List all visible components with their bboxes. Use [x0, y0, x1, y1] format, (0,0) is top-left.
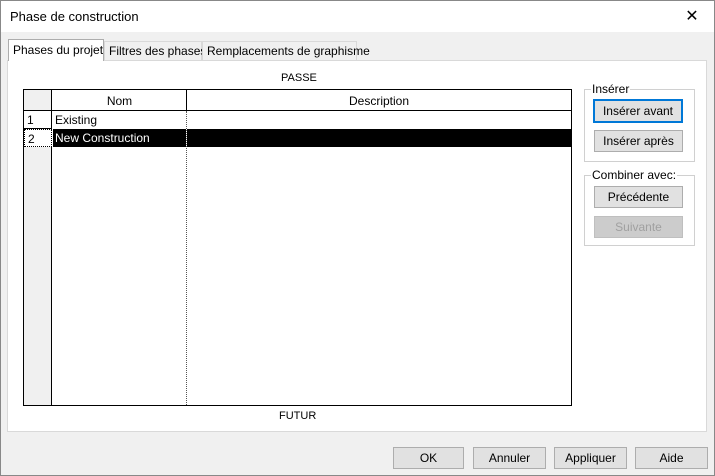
row-description-cell[interactable] — [187, 129, 571, 147]
past-caption: PASSE — [281, 72, 317, 84]
grid-corner-cell[interactable] — [24, 90, 52, 110]
table-row[interactable]: 2 New Construction — [24, 129, 571, 147]
row-number[interactable]: 1 — [24, 111, 52, 129]
tab-remplacements-de-graphisme[interactable]: Remplacements de graphisme — [202, 41, 370, 60]
combine-group-label: Combiner avec: — [591, 168, 678, 182]
insert-after-button[interactable]: Insérer après — [594, 130, 683, 152]
apply-button[interactable]: Appliquer — [554, 447, 627, 469]
insert-before-button[interactable]: Insérer avant — [593, 99, 683, 123]
insert-group-label: Insérer — [591, 82, 631, 96]
previous-button[interactable]: Précédente — [594, 186, 683, 208]
window-title: Phase de construction — [10, 9, 139, 24]
row-name-cell[interactable]: Existing — [53, 111, 186, 129]
column-header-nom[interactable]: Nom — [53, 90, 187, 110]
ok-button[interactable]: OK — [393, 447, 464, 469]
row-description-cell[interactable] — [187, 111, 571, 129]
column-header-description[interactable]: Description — [187, 90, 571, 110]
close-button[interactable]: ✕ — [670, 1, 714, 31]
title-bar: Phase de construction ✕ — [1, 1, 714, 32]
row-number[interactable]: 2 — [24, 129, 52, 147]
grid-header: Nom Description — [24, 90, 571, 111]
column-divider — [186, 111, 187, 405]
future-caption: FUTUR — [279, 410, 317, 422]
close-icon: ✕ — [685, 8, 699, 25]
help-button[interactable]: Aide — [635, 447, 708, 469]
cancel-button[interactable]: Annuler — [473, 447, 546, 469]
row-name-cell[interactable]: New Construction — [53, 129, 186, 147]
tab-filtres-des-phases[interactable]: Filtres des phases — [104, 41, 206, 60]
phases-grid[interactable]: Nom Description 1 Existing 2 New Constru… — [23, 89, 572, 406]
next-button: Suivante — [594, 216, 683, 238]
table-row[interactable]: 1 Existing — [24, 111, 571, 129]
tab-phases-du-projet[interactable]: Phases du projet — [8, 39, 104, 61]
phase-dialog: Phase de construction ✕ Phases du projet… — [0, 0, 715, 476]
